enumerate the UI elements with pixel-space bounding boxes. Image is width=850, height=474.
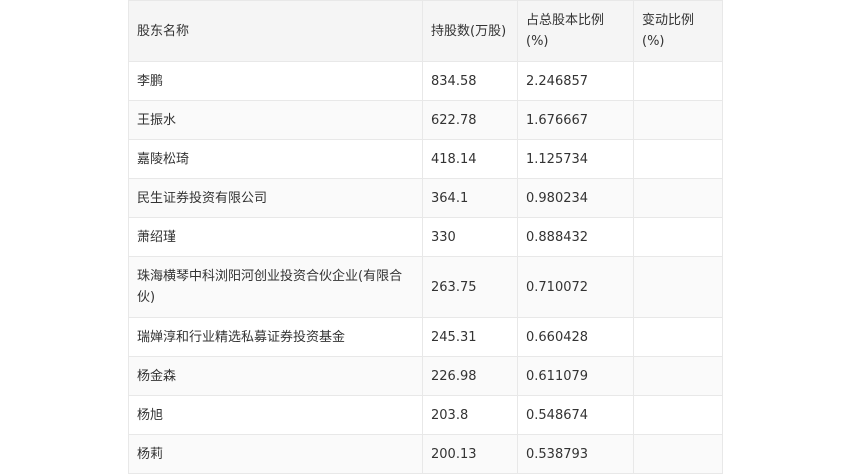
header-shareholder-name: 股东名称 bbox=[128, 0, 423, 62]
cell-change bbox=[633, 356, 723, 396]
cell-shares: 226.98 bbox=[422, 356, 518, 396]
cell-ratio: 1.676667 bbox=[517, 100, 634, 140]
header-shares: 持股数(万股) bbox=[422, 0, 518, 62]
cell-ratio: 0.710072 bbox=[517, 256, 634, 318]
table-row: 珠海横琴中科浏阳河创业投资合伙企业(有限合伙) 263.75 0.710072 bbox=[128, 256, 723, 318]
table-row: 李鹏 834.58 2.246857 bbox=[128, 61, 723, 101]
table-row: 瑞婵淳和行业精选私募证券投资基金 245.31 0.660428 bbox=[128, 317, 723, 357]
cell-ratio: 0.611079 bbox=[517, 356, 634, 396]
header-ratio: 占总股本比例(%) bbox=[517, 0, 634, 62]
cell-name: 嘉陵松琦 bbox=[128, 139, 423, 179]
cell-ratio: 0.980234 bbox=[517, 178, 634, 218]
table-header: 股东名称 持股数(万股) 占总股本比例(%) 变动比例(%) bbox=[128, 0, 723, 62]
cell-ratio: 1.125734 bbox=[517, 139, 634, 179]
shareholder-table: 股东名称 持股数(万股) 占总股本比例(%) 变动比例(%) 李鹏 834.58… bbox=[128, 0, 723, 474]
cell-ratio: 2.246857 bbox=[517, 61, 634, 101]
cell-change bbox=[633, 434, 723, 474]
header-row: 股东名称 持股数(万股) 占总股本比例(%) 变动比例(%) bbox=[128, 0, 723, 62]
cell-name: 王振水 bbox=[128, 100, 423, 140]
table-row: 王振水 622.78 1.676667 bbox=[128, 100, 723, 140]
table-row: 杨莉 200.13 0.538793 bbox=[128, 434, 723, 474]
cell-change bbox=[633, 317, 723, 357]
cell-change bbox=[633, 100, 723, 140]
table-body: 李鹏 834.58 2.246857 王振水 622.78 1.676667 嘉… bbox=[128, 61, 723, 474]
cell-shares: 263.75 bbox=[422, 256, 518, 318]
cell-change bbox=[633, 256, 723, 318]
header-change: 变动比例(%) bbox=[633, 0, 723, 62]
cell-shares: 364.1 bbox=[422, 178, 518, 218]
cell-name: 民生证券投资有限公司 bbox=[128, 178, 423, 218]
cell-shares: 200.13 bbox=[422, 434, 518, 474]
cell-ratio: 0.660428 bbox=[517, 317, 634, 357]
table-row: 杨金森 226.98 0.611079 bbox=[128, 356, 723, 396]
table-row: 杨旭 203.8 0.548674 bbox=[128, 395, 723, 435]
cell-name: 杨金森 bbox=[128, 356, 423, 396]
cell-shares: 245.31 bbox=[422, 317, 518, 357]
table-row: 萧绍瑾 330 0.888432 bbox=[128, 217, 723, 257]
cell-name: 李鹏 bbox=[128, 61, 423, 101]
cell-name: 杨莉 bbox=[128, 434, 423, 474]
cell-change bbox=[633, 139, 723, 179]
cell-change bbox=[633, 61, 723, 101]
cell-change bbox=[633, 178, 723, 218]
cell-change bbox=[633, 395, 723, 435]
cell-ratio: 0.548674 bbox=[517, 395, 634, 435]
cell-shares: 622.78 bbox=[422, 100, 518, 140]
cell-shares: 834.58 bbox=[422, 61, 518, 101]
cell-ratio: 0.888432 bbox=[517, 217, 634, 257]
cell-shares: 203.8 bbox=[422, 395, 518, 435]
cell-name: 萧绍瑾 bbox=[128, 217, 423, 257]
cell-change bbox=[633, 217, 723, 257]
shareholder-table-container: 股东名称 持股数(万股) 占总股本比例(%) 变动比例(%) 李鹏 834.58… bbox=[128, 0, 723, 474]
table-row: 民生证券投资有限公司 364.1 0.980234 bbox=[128, 178, 723, 218]
cell-name: 瑞婵淳和行业精选私募证券投资基金 bbox=[128, 317, 423, 357]
cell-shares: 330 bbox=[422, 217, 518, 257]
cell-name: 杨旭 bbox=[128, 395, 423, 435]
table-row: 嘉陵松琦 418.14 1.125734 bbox=[128, 139, 723, 179]
cell-shares: 418.14 bbox=[422, 139, 518, 179]
cell-ratio: 0.538793 bbox=[517, 434, 634, 474]
cell-name: 珠海横琴中科浏阳河创业投资合伙企业(有限合伙) bbox=[128, 256, 423, 318]
